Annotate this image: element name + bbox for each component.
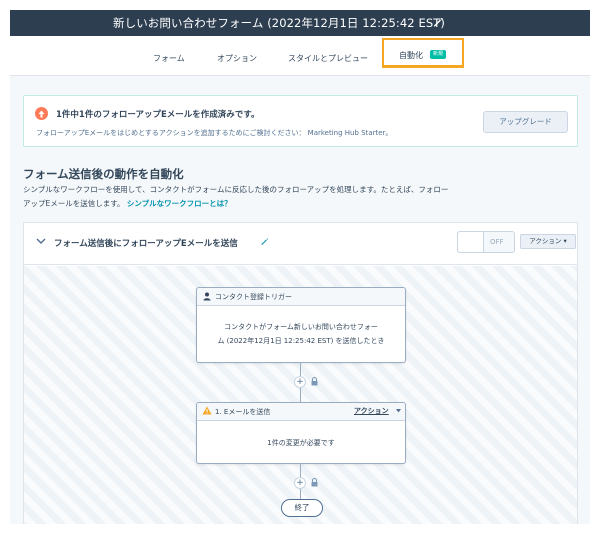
trigger-body-line2: ム (2022年12月1日 12:25:42 EST) を送信したとき [217, 337, 385, 345]
section-title: フォーム送信後の動作を自動化 [23, 167, 184, 181]
contact-icon [203, 292, 211, 301]
pencil-icon[interactable] [432, 16, 444, 28]
tab-form[interactable]: フォーム [153, 53, 185, 64]
actions-dropdown-button[interactable]: アクション ▾ [520, 234, 576, 249]
arrow-up-circle-icon [35, 107, 48, 120]
section-description-text: アップEメールを送信します。 [23, 199, 125, 208]
tab-bar: フォーム オプション スタイルとプレビュー 自動化 新規 [10, 36, 590, 76]
lock-icon [311, 478, 318, 487]
workflow-title: フォーム送信後にフォローアップEメールを送信 [54, 239, 238, 249]
tab-automation-label: 自動化 [399, 51, 423, 60]
trigger-body-line1: コンタクトがフォーム新しいお問い合わせフォー [224, 323, 378, 331]
upgrade-notice: 1件中1件のフォローアップEメールを作成済みです。 フォローアップEメールをはじ… [23, 95, 578, 147]
app-window: 新しいお問い合わせフォーム (2022年12月1日 12:25:42 EST) … [10, 10, 590, 524]
simple-workflow-link[interactable]: シンプルなワークフローとは？ [127, 199, 232, 208]
new-badge: 新規 [430, 50, 447, 59]
workflow-canvas: コンタクト登録トリガー コンタクトがフォーム新しいお問い合わせフォー ム (20… [24, 266, 577, 524]
trigger-node[interactable]: コンタクト登録トリガー コンタクトがフォーム新しいお問い合わせフォー ム (20… [196, 287, 406, 363]
chevron-down-icon[interactable] [36, 238, 46, 245]
form-title: 新しいお問い合わせフォーム (2022年12月1日 12:25:42 EST) [113, 16, 445, 30]
step-action-menu[interactable]: アクション [354, 406, 389, 416]
warning-icon [202, 406, 212, 415]
upgrade-button[interactable]: アップグレード [483, 111, 568, 133]
notice-title: 1件中1件のフォローアップEメールを作成済みです。 [56, 110, 260, 120]
section-description-line2: アップEメールを送信します。 シンプルなワークフローとは？ [23, 198, 232, 209]
workflow-card-header: フォーム送信後にフォローアップEメールを送信 OFF アクション ▾ [24, 223, 577, 265]
add-action-button[interactable]: + [294, 477, 306, 489]
section-description: シンプルなワークフローを使用して、コンタクトがフォームに反応した後のフォローアッ… [23, 185, 449, 194]
trigger-label: コンタクト登録トリガー [215, 293, 292, 301]
toggle-knob [458, 232, 484, 252]
notice-text: フォローアップEメールをはじめとするアクションを追加するためにご検討ください： … [36, 129, 393, 137]
toggle-state: OFF [490, 238, 504, 246]
lock-icon [311, 377, 318, 386]
top-header: 新しいお問い合わせフォーム (2022年12月1日 12:25:42 EST) [10, 10, 590, 36]
tab-options[interactable]: オプション [217, 53, 257, 64]
email-step-label: 1. Eメールを送信 [215, 408, 271, 416]
trigger-node-header: コンタクト登録トリガー [197, 288, 405, 306]
end-node[interactable]: 終了 [281, 499, 323, 517]
pencil-icon[interactable] [260, 237, 269, 246]
email-step-node[interactable]: 1. Eメールを送信 アクション 1件の変更が必要です [196, 402, 406, 464]
email-step-header: 1. Eメールを送信 アクション [197, 403, 405, 421]
workflow-card: フォーム送信後にフォローアップEメールを送信 OFF アクション ▾ コンタクト… [23, 222, 578, 524]
tab-automation[interactable]: 自動化 新規 [382, 38, 464, 68]
tab-style-preview[interactable]: スタイルとプレビュー [288, 53, 368, 64]
add-action-button[interactable]: + [294, 376, 306, 388]
workflow-toggle[interactable]: OFF [457, 231, 515, 253]
email-step-body: 1件の変更が必要です [267, 439, 335, 447]
caret-down-icon[interactable] [396, 409, 401, 413]
